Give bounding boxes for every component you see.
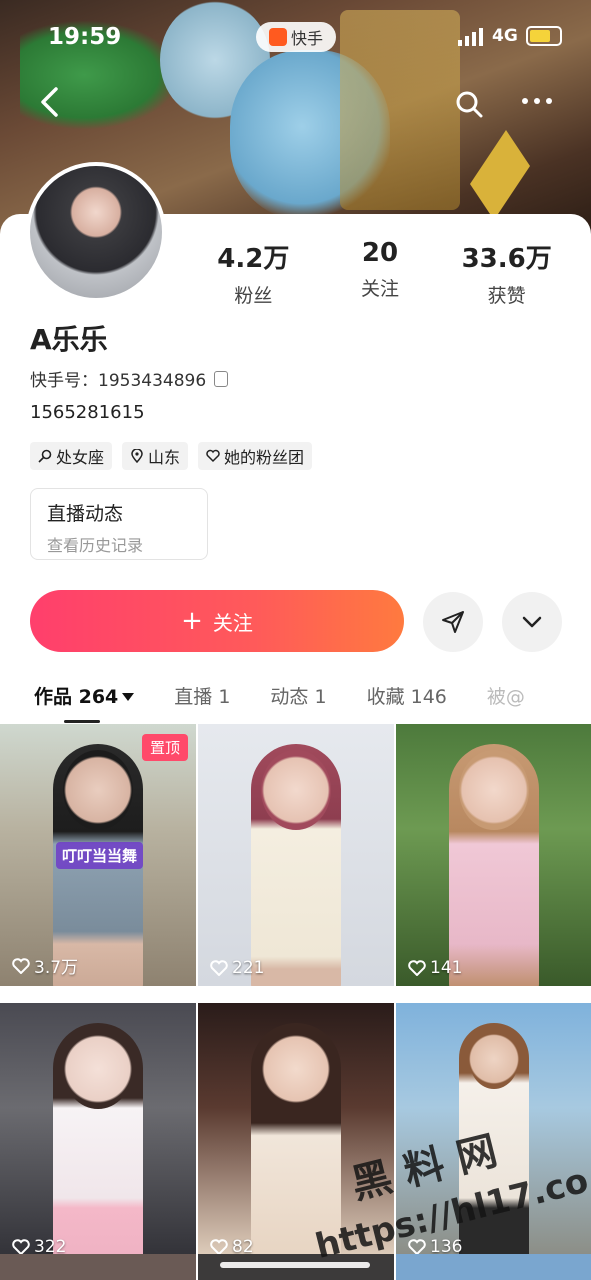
network-type: 4G [492, 26, 518, 46]
followers-label: 粉丝 [234, 285, 273, 307]
location-pin-icon [131, 449, 143, 463]
kuaishou-id-row[interactable]: 快手号：1953434896 [30, 366, 229, 391]
status-bar: 19:59 快手 4G [0, 22, 591, 54]
share-button[interactable] [423, 592, 483, 652]
send-icon [442, 611, 464, 633]
video-caption: 叮叮当当舞 [56, 842, 144, 869]
heart-outline-icon [210, 960, 228, 976]
content-tabs: 作品 264 直播 1 动态 1 收藏 146 被@ [0, 672, 591, 723]
chevron-left-icon[interactable] [36, 86, 64, 118]
app-name: 快手 [290, 29, 323, 48]
profile-bio: 1565281615 [30, 402, 145, 423]
tag-fan-club[interactable]: 她的粉丝团 [198, 442, 313, 470]
tag-zodiac: 处女座 [30, 442, 113, 470]
followers-stat[interactable]: 4.2万 粉丝 [190, 238, 317, 308]
video-likes: 141 [408, 958, 462, 978]
copy-icon[interactable] [214, 370, 229, 387]
video-likes: 3.7万 [12, 953, 78, 978]
kuaishou-logo-icon [268, 28, 287, 46]
video-thumbnail[interactable]: 322 [0, 1003, 196, 1265]
battery-icon [526, 26, 562, 46]
plus-icon: + [181, 606, 203, 636]
live-history-title: 直播动态 [47, 503, 124, 525]
kuaishou-id-label: 快手号： [30, 371, 98, 391]
tab-live[interactable]: 直播 1 [174, 682, 230, 709]
video-likes: 221 [210, 958, 264, 978]
more-options-button[interactable] [502, 592, 562, 652]
heart-outline-icon [12, 1239, 30, 1255]
video-thumbnail[interactable]: 置顶 叮叮当当舞 3.7万 [0, 724, 196, 986]
video-thumbnail[interactable]: 141 [396, 724, 591, 986]
likes-label: 获赞 [487, 285, 526, 307]
caret-down-icon [122, 693, 135, 701]
app-indicator-pill[interactable]: 快手 [256, 22, 336, 52]
heart-outline-icon [408, 960, 426, 976]
likes-stat[interactable]: 33.6万 获赞 [443, 238, 570, 308]
following-label: 关注 [361, 278, 400, 300]
live-history-card[interactable]: 直播动态 查看历史记录 [30, 488, 208, 560]
heart-icon [206, 449, 220, 463]
search-icon[interactable] [455, 90, 483, 118]
following-count: 20 [361, 238, 399, 268]
following-stat[interactable]: 20 关注 [317, 238, 444, 308]
female-symbol-icon [38, 449, 52, 463]
chevron-down-icon [522, 616, 542, 628]
heart-outline-icon [12, 957, 30, 974]
live-history-subtitle: 查看历史记录 [47, 536, 144, 555]
followers-count: 4.2万 [217, 244, 290, 274]
tab-favorites[interactable]: 收藏 146 [367, 682, 447, 709]
likes-count: 33.6万 [461, 244, 552, 274]
tab-works[interactable]: 作品 264 [34, 682, 135, 723]
avatar[interactable] [26, 162, 166, 302]
more-horizontal-icon[interactable] [522, 98, 558, 108]
profile-stats: 4.2万 粉丝 20 关注 33.6万 获赞 [190, 238, 570, 308]
profile-tags: 处女座 山东 她的粉丝团 [30, 442, 313, 470]
tab-moments[interactable]: 动态 1 [270, 682, 326, 709]
video-thumbnail[interactable] [0, 1254, 196, 1280]
follow-button[interactable]: + 关注 [30, 590, 404, 652]
tab-mentioned[interactable]: 被@ [487, 682, 525, 709]
signal-icon [458, 28, 483, 46]
video-thumbnail[interactable]: 221 [198, 724, 394, 986]
heart-outline-icon [210, 1239, 228, 1255]
follow-label: 关注 [212, 610, 253, 635]
tag-location: 山东 [122, 442, 189, 470]
kuaishou-id: 1953434896 [98, 371, 207, 391]
pinned-badge: 置顶 [141, 734, 188, 761]
profile-name: A乐乐 [30, 323, 108, 356]
status-time: 19:59 [48, 24, 122, 50]
